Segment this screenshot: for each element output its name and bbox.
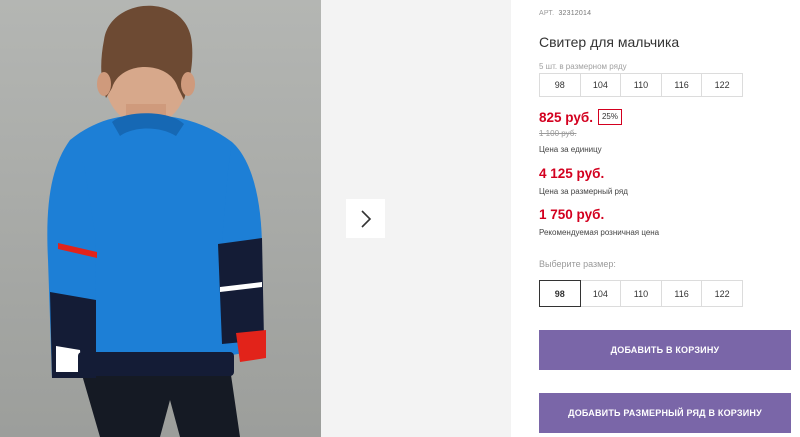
pack-size-label: 5 шт. в размерном ряду — [539, 62, 627, 71]
size-selector: 98 104 110 116 122 — [539, 280, 743, 307]
pack-size-cell: 104 — [579, 73, 622, 97]
pack-size-grid: 98 104 110 116 122 — [539, 73, 743, 97]
size-option-104[interactable]: 104 — [579, 280, 622, 307]
discount-badge: 25% — [597, 109, 622, 125]
old-price: 1 100 руб. — [539, 129, 577, 138]
retail-price: 1 750 руб. — [539, 207, 605, 222]
pack-price-caption: Цена за размерный ряд — [539, 187, 628, 196]
pack-size-cell: 116 — [660, 73, 703, 97]
add-to-cart-button[interactable]: ДОБАВИТЬ В КОРЗИНУ — [539, 330, 791, 370]
size-option-110[interactable]: 110 — [620, 280, 662, 307]
product-title: Свитер для мальчика — [539, 34, 680, 50]
pack-price: 4 125 руб. — [539, 166, 605, 181]
pack-size-cell: 122 — [701, 73, 743, 97]
retail-price-caption: Рекомендуемая розничная цена — [539, 228, 660, 237]
add-pack-to-cart-button[interactable]: ДОБАВИТЬ РАЗМЕРНЫЙ РЯД В КОРЗИНУ — [539, 393, 791, 433]
size-option-98[interactable]: 98 — [539, 280, 581, 307]
pack-size-cell: 98 — [539, 73, 581, 97]
sku-row: АРТ. 32312014 — [539, 10, 591, 17]
sku-value: 32312014 — [558, 10, 592, 17]
boy-sweater-illustration — [47, 5, 266, 437]
unit-price-caption: Цена за единицу — [539, 145, 602, 154]
pack-size-cell: 110 — [620, 73, 662, 97]
unit-price-row: 825 руб. 25% — [539, 109, 622, 125]
size-option-116[interactable]: 116 — [660, 280, 703, 307]
product-photo — [0, 0, 321, 437]
size-option-122[interactable]: 122 — [701, 280, 743, 307]
sku-label: АРТ. — [539, 10, 555, 17]
chevron-right-icon — [360, 209, 371, 228]
choose-size-label: Выберите размер: — [539, 259, 616, 269]
gallery-next-button[interactable] — [346, 199, 385, 238]
unit-price: 825 руб. — [539, 109, 593, 125]
